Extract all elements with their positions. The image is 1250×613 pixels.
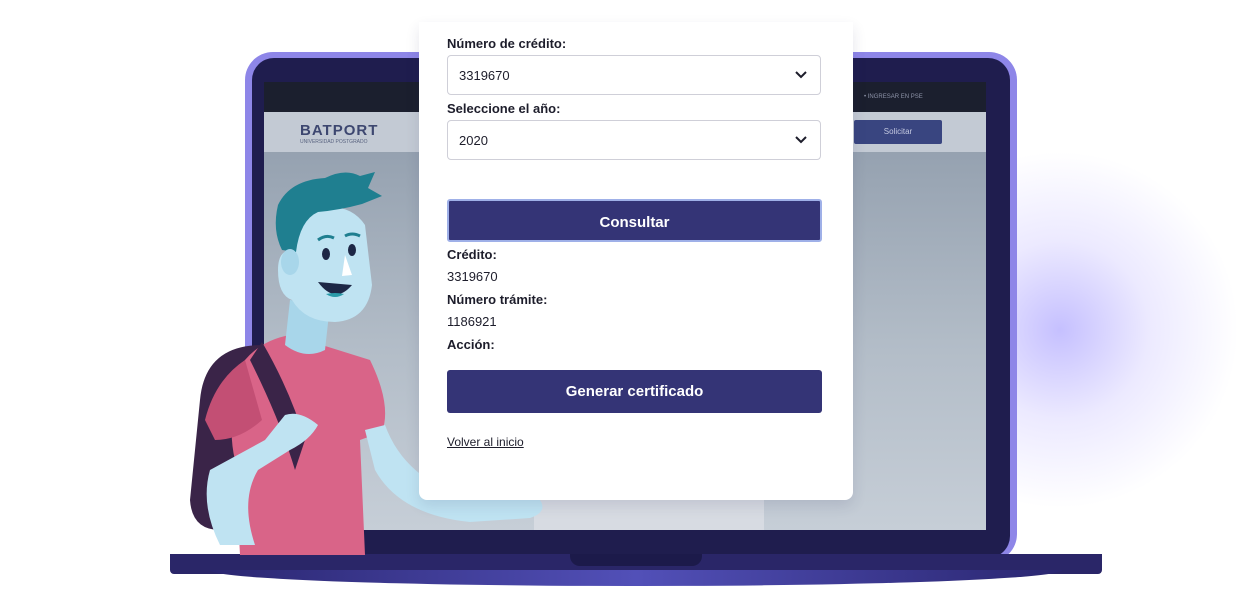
credit-label: Crédito:: [447, 247, 497, 262]
screen-header-button: Solicitar: [854, 120, 942, 144]
laptop-notch: [570, 554, 702, 566]
action-label: Acción:: [447, 337, 495, 352]
screen-logo-subtitle: UNIVERSIDAD POSTGRADO: [300, 139, 368, 145]
credit-number-value: 3319670: [459, 68, 510, 83]
certificate-form-card: Número de crédito: 3319670 Seleccione el…: [419, 22, 853, 500]
procedure-number-value: 1186921: [447, 314, 497, 329]
back-home-link[interactable]: Volver al inicio: [447, 435, 524, 449]
year-label: Seleccione el año:: [447, 101, 561, 116]
credit-number-label: Número de crédito:: [447, 36, 567, 51]
generate-certificate-button[interactable]: Generar certificado: [447, 370, 822, 413]
procedure-number-label: Número trámite:: [447, 292, 548, 307]
year-value: 2020: [459, 133, 488, 148]
chevron-down-icon: [795, 136, 807, 144]
chevron-down-icon: [795, 71, 807, 79]
consult-button[interactable]: Consultar: [447, 199, 822, 242]
year-select[interactable]: 2020: [447, 120, 821, 160]
screen-nav-text: • INGRESAR EN PSE: [864, 94, 923, 100]
credit-number-select[interactable]: 3319670: [447, 55, 821, 95]
credit-value: 3319670: [447, 269, 498, 284]
screen-logo: BATPORT: [300, 122, 379, 139]
laptop-base-edge: [210, 570, 1062, 586]
